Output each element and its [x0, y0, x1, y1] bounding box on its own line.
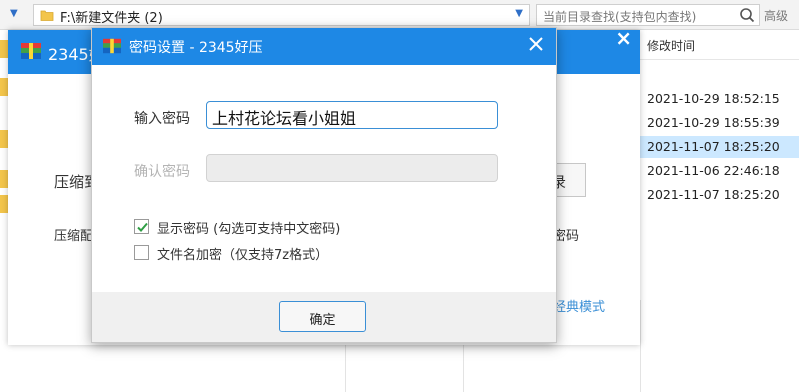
confirm-password-label: 确认密码 [134, 164, 190, 180]
app-logo-icon [21, 43, 41, 59]
table-row[interactable]: 2021-11-07 18:25:20 [640, 184, 799, 206]
compress-config-label: 压缩配 [54, 229, 94, 244]
encrypt-filenames-checkbox[interactable] [134, 245, 149, 260]
column-divider [640, 300, 641, 392]
folder-icon [40, 10, 54, 21]
app-logo-icon [103, 38, 121, 54]
modified-cell: 2021-11-06 22:46:18 [647, 163, 780, 178]
ok-button-label: 确定 [309, 313, 336, 328]
password-label: 输入密码 [134, 111, 190, 127]
password-dialog: 密码设置 - 2345好压 输入密码 上村花论坛看小姐姐 确认密码 显示密码 (… [91, 27, 557, 343]
folder-tab[interactable] [0, 170, 8, 188]
table-row[interactable]: 2021-11-07 18:25:20 [640, 136, 799, 158]
column-header-modified[interactable]: 修改时间 [640, 30, 799, 60]
search-input[interactable]: 当前目录查找(支持包内查找) [536, 4, 760, 26]
search-icon[interactable] [739, 6, 755, 24]
file-list: 修改时间 2021-10-29 18:52:15 2021-10-29 18:5… [640, 30, 799, 392]
modified-cell: 2021-10-29 18:52:15 [647, 91, 780, 106]
address-dropdown-icon[interactable]: ▼ [515, 8, 523, 19]
modified-cell: 2021-10-29 18:55:39 [647, 115, 780, 130]
dialog-footer: 确定 [92, 292, 556, 342]
confirm-password-input[interactable] [206, 154, 498, 182]
dialog-header: 密码设置 - 2345好压 [92, 28, 556, 65]
table-row[interactable]: 2021-11-06 22:46:18 [640, 160, 799, 182]
ok-button[interactable]: 确定 [279, 301, 366, 332]
search-placeholder: 当前目录查找(支持包内查找) [543, 10, 697, 24]
explorer-toolbar: ▼ F:\新建文件夹 (2) ▼ 当前目录查找(支持包内查找) 高级 [0, 0, 799, 30]
password-value: 上村花论坛看小姐姐 [212, 109, 357, 128]
folder-tab[interactable] [0, 78, 8, 96]
advanced-search-link[interactable]: 高级 [764, 7, 788, 24]
dialog-title: 密码设置 - 2345好压 [129, 40, 263, 56]
column-header-label: 修改时间 [647, 39, 696, 53]
folder-tab[interactable] [0, 40, 8, 58]
classic-mode-link[interactable]: 经典模式 [553, 296, 605, 315]
folder-tree-strip [0, 30, 8, 392]
table-row[interactable]: 2021-10-29 18:52:15 [640, 88, 799, 110]
modified-cell: 2021-11-07 18:25:20 [647, 139, 780, 154]
encrypt-filenames-label[interactable]: 文件名加密（仅支持7z格式） [157, 244, 328, 263]
address-bar[interactable]: F:\新建文件夹 (2) ▼ [33, 4, 530, 26]
table-row[interactable]: 2021-10-29 18:55:39 [640, 112, 799, 134]
history-dropdown-icon[interactable]: ▼ [10, 8, 18, 19]
modified-cell: 2021-11-07 18:25:20 [647, 187, 780, 202]
address-text: F:\新建文件夹 (2) [60, 11, 163, 26]
folder-tab[interactable] [0, 130, 8, 148]
show-password-label[interactable]: 显示密码 (勾选可支持中文密码) [157, 218, 340, 237]
show-password-checkbox[interactable] [134, 219, 149, 234]
close-icon[interactable]: × [615, 26, 632, 50]
close-icon[interactable] [528, 36, 544, 52]
folder-tab[interactable] [0, 195, 8, 213]
password-input[interactable]: 上村花论坛看小姐姐 [206, 101, 498, 129]
checkmark-icon [137, 222, 148, 232]
